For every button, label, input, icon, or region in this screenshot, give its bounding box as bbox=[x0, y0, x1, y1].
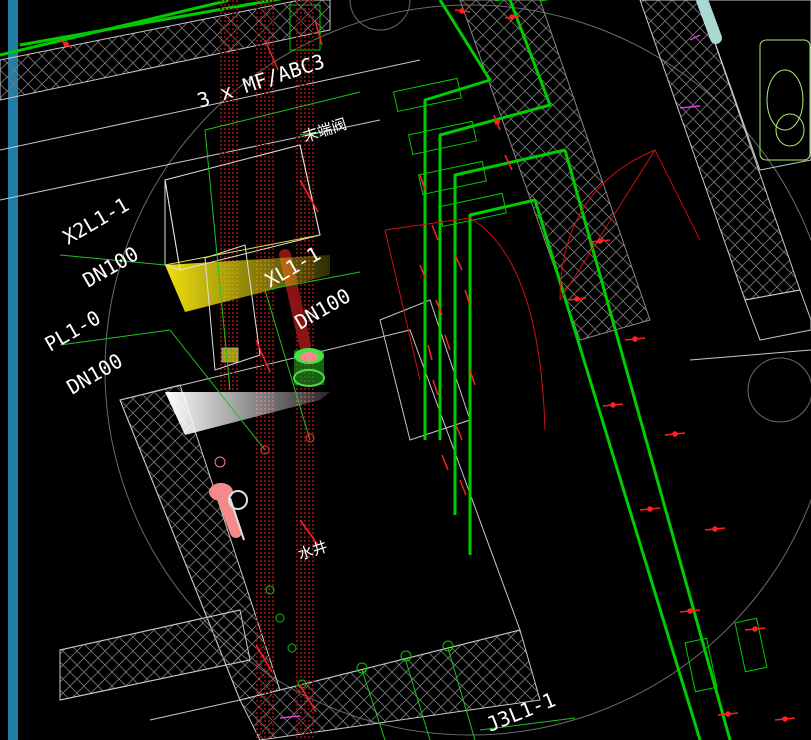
green-cylinder bbox=[293, 348, 325, 387]
cad-drawing-canvas[interactable]: 3 x MF/ABC3 末端阀 X2L1-1 DN100 XL1-1 DN100… bbox=[0, 0, 811, 740]
blue-column bbox=[8, 0, 18, 740]
